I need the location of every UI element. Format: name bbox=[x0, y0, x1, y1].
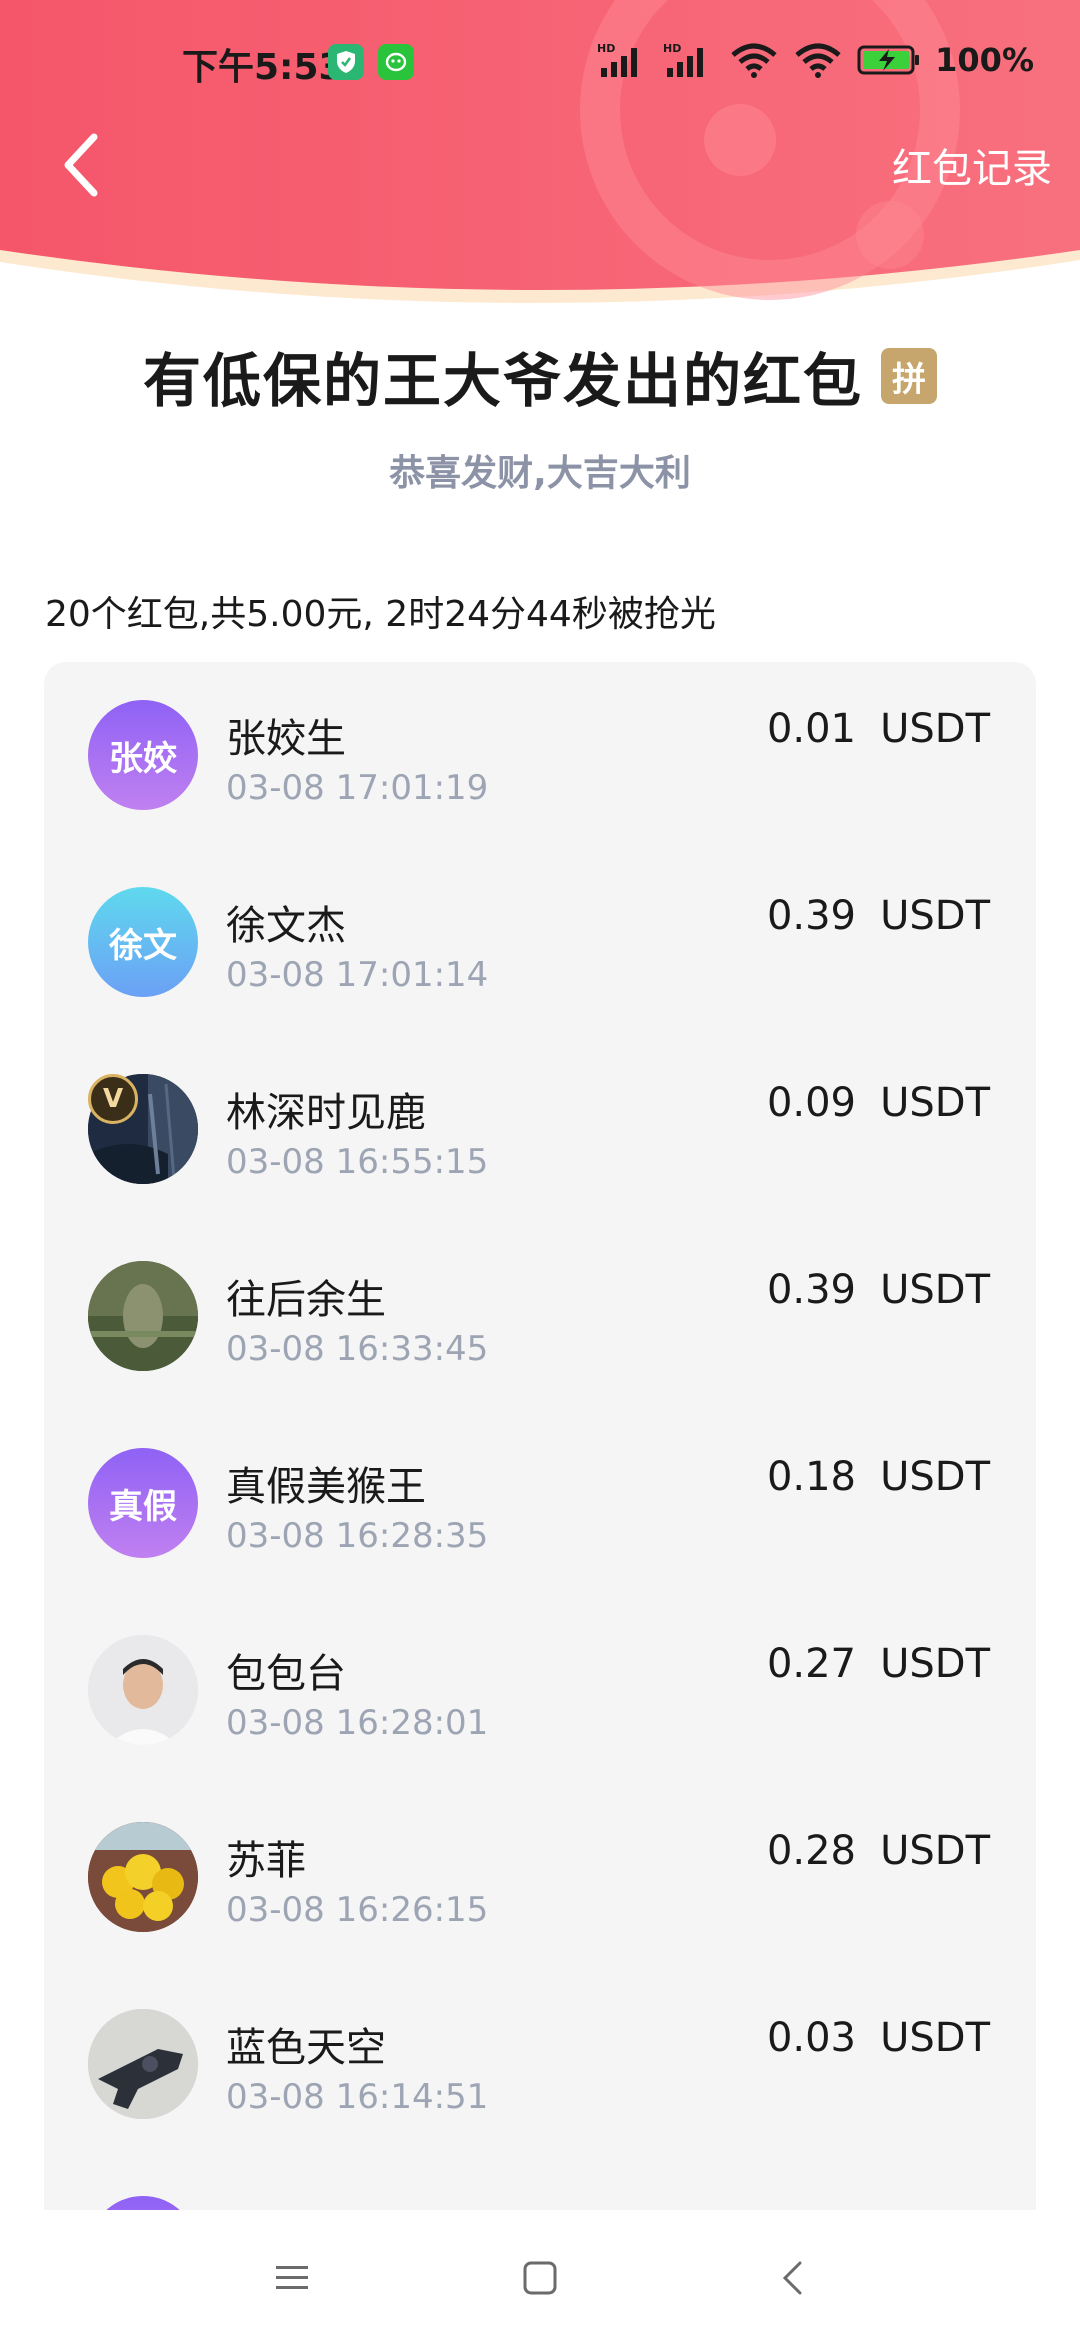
claim-record-row: 往后余生 03-08 16:33:45 0.39 USDT bbox=[44, 1223, 1036, 1410]
claim-amount: 0.03 bbox=[766, 2015, 856, 2061]
claim-record-row: V 林深时见鹿 03-08 16:55:15 0.09 USDT bbox=[44, 1036, 1036, 1223]
wifi-icon-2 bbox=[795, 43, 841, 78]
wifi-icon bbox=[731, 43, 777, 78]
claim-unit: USDT bbox=[880, 706, 990, 752]
claim-records-list[interactable]: 张姣 张姣生 03-08 17:01:19 0.01 USDT 徐文 徐文杰 0… bbox=[44, 662, 1036, 2242]
signal-icon-2: HD bbox=[663, 42, 704, 77]
claim-record-row: 徐文 徐文杰 03-08 17:01:14 0.39 USDT bbox=[44, 849, 1036, 1036]
avatar-initials: 真假 bbox=[109, 1486, 177, 1527]
claim-unit: USDT bbox=[880, 1641, 990, 1687]
menu-button[interactable] bbox=[272, 2258, 312, 2298]
claim-amount: 0.18 bbox=[766, 1454, 856, 1500]
claim-amount: 0.27 bbox=[766, 1641, 856, 1687]
lucky-draw-badge: 拼 bbox=[881, 348, 937, 404]
claim-record-row: 包包台 03-08 16:28:01 0.27 USDT bbox=[44, 1597, 1036, 1784]
claimer-name: 往后余生 bbox=[226, 1277, 386, 1323]
avatar[interactable] bbox=[88, 1822, 198, 1932]
avatar-photo bbox=[88, 2009, 198, 2119]
claim-unit: USDT bbox=[880, 1267, 990, 1313]
menu-icon bbox=[276, 2266, 308, 2289]
status-icons: HD HD 100% bbox=[597, 40, 1034, 80]
avatar-photo bbox=[88, 1822, 198, 1932]
claim-unit: USDT bbox=[880, 2015, 990, 2061]
claim-time: 03-08 17:01:14 bbox=[226, 955, 489, 995]
claimer-name: 徐文杰 bbox=[226, 903, 346, 949]
packet-title: 有低保的王大爷发出的红包 bbox=[142, 347, 863, 415]
avatar-photo bbox=[88, 1261, 198, 1371]
claim-record-row: 张姣 张姣生 03-08 17:01:19 0.01 USDT bbox=[44, 662, 1036, 849]
battery-icon bbox=[857, 45, 920, 75]
claim-record-row: 蓝色天空 03-08 16:14:51 0.03 USDT bbox=[44, 1971, 1036, 2158]
claim-time: 03-08 16:33:45 bbox=[226, 1329, 489, 1369]
home-button[interactable] bbox=[520, 2258, 560, 2298]
packet-title-row: 有低保的王大爷发出的红包 拼 bbox=[0, 340, 1080, 415]
claim-unit: USDT bbox=[880, 893, 990, 939]
avatar[interactable] bbox=[88, 1261, 198, 1371]
svg-text:HD: HD bbox=[597, 42, 615, 55]
avatar-photo bbox=[88, 1635, 198, 1745]
avatar[interactable]: 真假 bbox=[88, 1448, 198, 1558]
claim-time: 03-08 16:28:01 bbox=[226, 1703, 489, 1743]
shield-app-icon bbox=[328, 44, 364, 80]
claimer-name: 苏菲 bbox=[226, 1838, 306, 1884]
avatar-initials: 张姣 bbox=[109, 738, 177, 779]
claim-amount: 0.01 bbox=[766, 706, 856, 752]
claim-time: 03-08 16:26:15 bbox=[226, 1890, 489, 1930]
home-square-icon bbox=[523, 2261, 557, 2295]
avatar[interactable]: 张姣 bbox=[88, 700, 198, 810]
claim-time: 03-08 16:14:51 bbox=[226, 2077, 489, 2117]
claim-amount: 0.28 bbox=[766, 1828, 856, 1874]
avatar[interactable] bbox=[88, 2009, 198, 2119]
claim-record-row: 真假 真假美猴王 03-08 16:28:35 0.18 USDT bbox=[44, 1410, 1036, 1597]
claim-time: 03-08 17:01:19 bbox=[226, 768, 489, 808]
chevron-left-icon bbox=[782, 2261, 802, 2295]
claim-time: 03-08 16:28:35 bbox=[226, 1516, 489, 1556]
status-time: 下午5:53 bbox=[182, 47, 344, 88]
status-bar: 下午5:53 HD HD 100% bbox=[0, 0, 1080, 120]
claim-amount: 0.39 bbox=[766, 1267, 856, 1313]
claimer-name: 包包台 bbox=[226, 1651, 346, 1697]
claimer-name: 真假美猴王 bbox=[226, 1464, 426, 1510]
red-packet-records-link[interactable]: 红包记录 bbox=[892, 136, 1052, 194]
claimer-name: 林深时见鹿 bbox=[226, 1090, 426, 1136]
avatar[interactable]: 徐文 bbox=[88, 887, 198, 997]
avatar-initials: 徐文 bbox=[109, 925, 177, 966]
claim-amount: 0.39 bbox=[766, 893, 856, 939]
packet-summary: 20个红包,共5.00元, 2时24分44秒被抢光 bbox=[45, 594, 716, 635]
claim-unit: USDT bbox=[880, 1454, 990, 1500]
claimer-name: 蓝色天空 bbox=[226, 2025, 386, 2071]
battery-level: 100% bbox=[935, 41, 1034, 79]
packet-greeting: 恭喜发财,大吉大利 bbox=[389, 453, 691, 494]
back-button[interactable] bbox=[50, 130, 110, 200]
vip-badge: V bbox=[88, 1074, 138, 1124]
claim-time: 03-08 16:55:15 bbox=[226, 1142, 489, 1182]
claim-amount: 0.09 bbox=[766, 1080, 856, 1126]
wechat-app-icon bbox=[378, 44, 414, 80]
chevron-left-icon bbox=[64, 133, 98, 197]
nav-back-button[interactable] bbox=[772, 2258, 812, 2298]
svg-text:HD: HD bbox=[663, 42, 681, 55]
system-navigation-bar bbox=[0, 2210, 1080, 2340]
avatar[interactable] bbox=[88, 1635, 198, 1745]
claim-unit: USDT bbox=[880, 1080, 990, 1126]
claim-record-row: 苏菲 03-08 16:26:15 0.28 USDT bbox=[44, 1784, 1036, 1971]
signal-icon: HD bbox=[597, 42, 638, 77]
claimer-name: 张姣生 bbox=[226, 716, 346, 762]
claim-unit: USDT bbox=[880, 1828, 990, 1874]
